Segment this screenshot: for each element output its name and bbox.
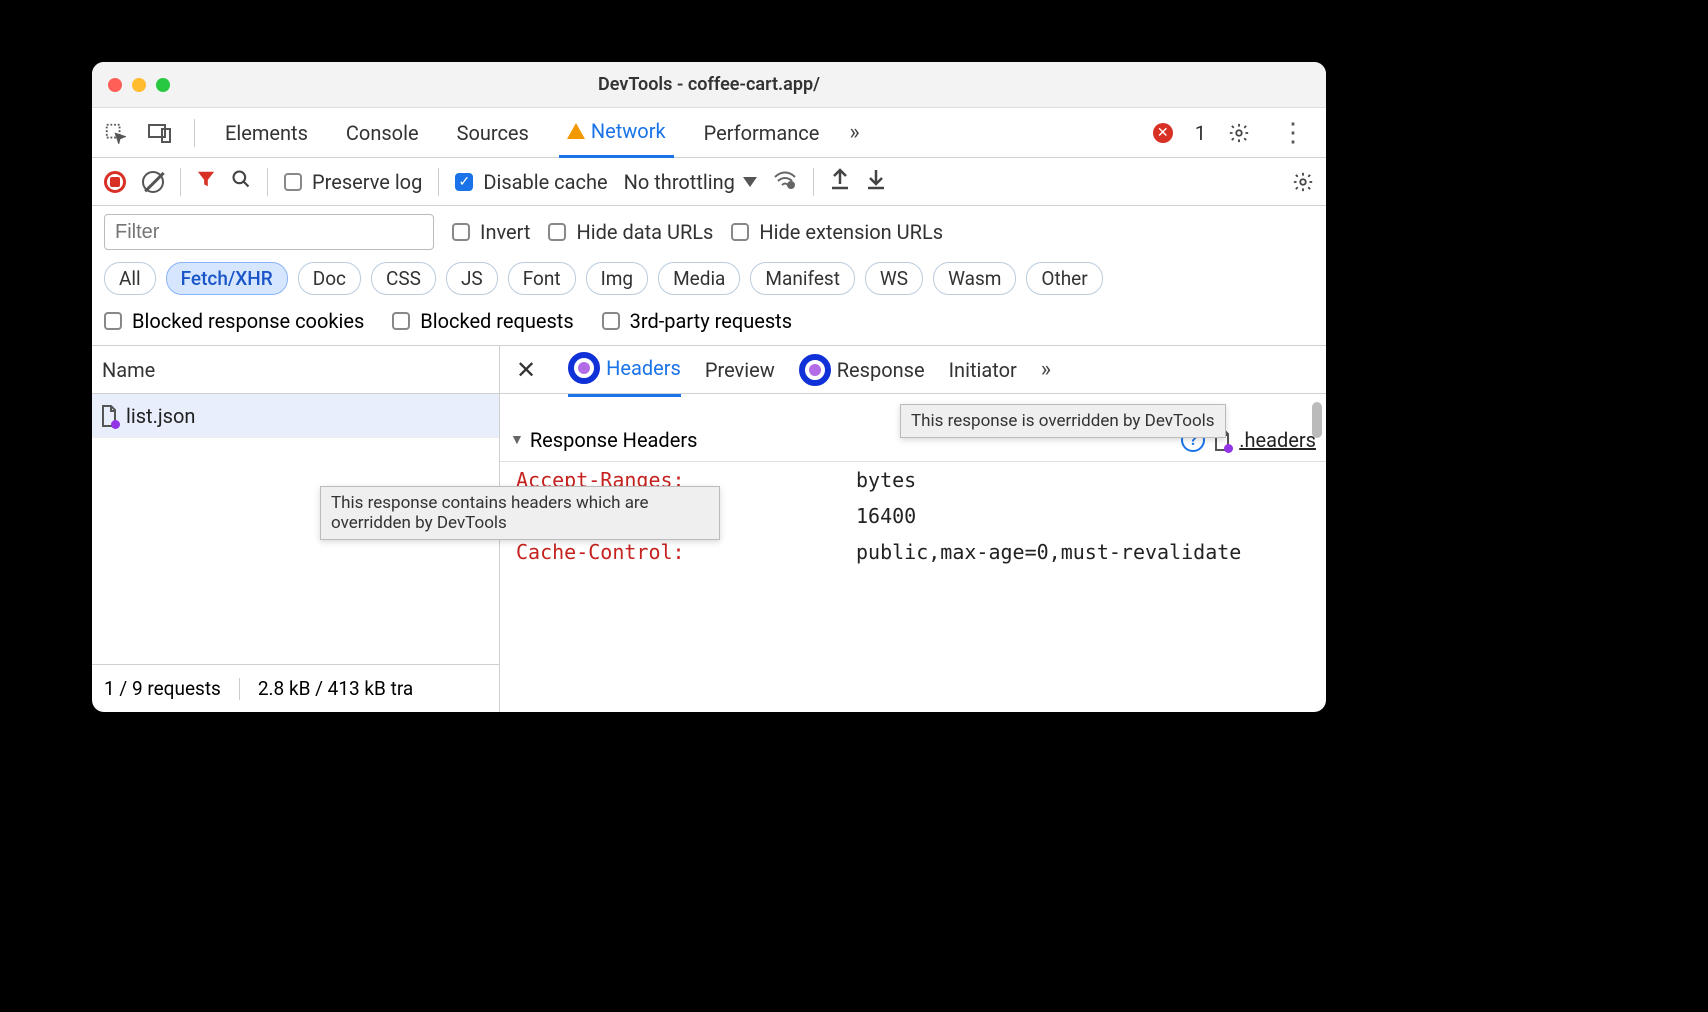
headers-file-link[interactable]: .headers <box>1239 428 1316 452</box>
header-value: 16400 <box>856 504 1310 528</box>
file-overridden-icon <box>100 405 118 427</box>
third-party-checkbox[interactable]: 3rd-party requests <box>602 309 792 333</box>
import-har-icon[interactable] <box>866 168 886 196</box>
export-har-icon[interactable] <box>830 168 850 196</box>
request-list-header[interactable]: Name <box>92 346 499 394</box>
request-size: 2.8 kB / 413 kB tra <box>258 677 413 700</box>
preserve-log-checkbox[interactable]: Preserve log <box>284 170 422 194</box>
override-indicator-icon <box>568 352 600 384</box>
tab-preview[interactable]: Preview <box>705 348 775 392</box>
more-tabs-button[interactable]: » <box>849 120 859 145</box>
network-settings-gear-icon[interactable] <box>1292 171 1314 193</box>
tab-initiator[interactable]: Initiator <box>949 348 1017 392</box>
filter-icon[interactable] <box>197 170 215 193</box>
panel-tabbar: Elements Console Sources Network Perform… <box>92 108 1326 158</box>
tab-performance[interactable]: Performance <box>696 109 828 157</box>
type-other[interactable]: Other <box>1026 262 1102 295</box>
override-indicator-icon <box>799 354 831 386</box>
search-icon[interactable] <box>231 169 251 194</box>
request-row[interactable]: list.json <box>92 394 499 438</box>
devtools-window: DevTools - coffee-cart.app/ Elements Con… <box>92 62 1326 712</box>
titlebar: DevTools - coffee-cart.app/ <box>92 62 1326 108</box>
disable-cache-checkbox[interactable]: ✓Disable cache <box>455 170 607 194</box>
tab-elements[interactable]: Elements <box>217 109 316 157</box>
type-img[interactable]: Img <box>586 262 649 295</box>
error-icon[interactable]: ✕ <box>1153 123 1173 143</box>
clear-button[interactable] <box>142 171 164 193</box>
filter-row: Invert Hide data URLs Hide extension URL… <box>92 206 1326 258</box>
type-font[interactable]: Font <box>508 262 576 295</box>
type-css[interactable]: CSS <box>371 262 436 295</box>
tooltip-headers-override: This response contains headers which are… <box>320 486 720 540</box>
tab-headers[interactable]: Headers <box>568 342 681 397</box>
type-ws[interactable]: WS <box>865 262 923 295</box>
settings-gear-icon[interactable] <box>1228 122 1250 144</box>
more-detail-tabs[interactable]: » <box>1041 357 1051 382</box>
header-value: public,max-age=0,must-revalidate <box>856 540 1310 564</box>
blocked-cookies-checkbox[interactable]: Blocked response cookies <box>104 309 364 333</box>
close-detail-button[interactable]: ✕ <box>516 356 544 384</box>
tab-network-label: Network <box>591 119 666 143</box>
tooltip-response-override: This response is overridden by DevTools <box>900 404 1226 438</box>
scrollbar-thumb[interactable] <box>1312 402 1322 438</box>
blocked-requests-checkbox[interactable]: Blocked requests <box>392 309 573 333</box>
type-manifest[interactable]: Manifest <box>750 262 855 295</box>
type-filter-row: All Fetch/XHR Doc CSS JS Font Img Media … <box>92 258 1326 305</box>
type-js[interactable]: JS <box>446 262 498 295</box>
section-title: Response Headers <box>530 428 698 452</box>
type-media[interactable]: Media <box>658 262 740 295</box>
header-key: Cache-Control: <box>516 540 856 564</box>
warning-icon <box>567 123 585 139</box>
header-value: bytes <box>856 468 1310 492</box>
device-toggle-icon[interactable] <box>148 123 172 143</box>
request-count: 1 / 9 requests <box>104 677 221 700</box>
type-all[interactable]: All <box>104 262 156 295</box>
tab-console[interactable]: Console <box>338 109 427 157</box>
tab-response[interactable]: Response <box>799 344 925 396</box>
record-button[interactable] <box>104 171 126 193</box>
request-name: list.json <box>126 404 195 428</box>
filter-input[interactable] <box>104 214 434 250</box>
error-count[interactable]: 1 <box>1195 121 1206 145</box>
request-footer: 1 / 9 requests 2.8 kB / 413 kB tra <box>92 664 499 712</box>
type-doc[interactable]: Doc <box>298 262 361 295</box>
detail-tabs: ✕ Headers Preview Response Initiator » <box>500 346 1326 394</box>
chevron-down-icon <box>743 177 757 187</box>
window-title: DevTools - coffee-cart.app/ <box>92 74 1326 95</box>
hide-extension-urls-checkbox[interactable]: Hide extension URLs <box>731 220 943 244</box>
network-toolbar: Preserve log ✓Disable cache No throttlin… <box>92 158 1326 206</box>
tab-network[interactable]: Network <box>559 107 674 158</box>
disclosure-triangle-icon: ▼ <box>510 431 524 448</box>
separator <box>194 119 195 147</box>
more-options-icon[interactable]: ⋮ <box>1272 118 1314 148</box>
hide-data-urls-checkbox[interactable]: Hide data URLs <box>548 220 713 244</box>
tab-sources[interactable]: Sources <box>449 109 537 157</box>
network-conditions-icon[interactable] <box>773 169 797 195</box>
throttling-dropdown[interactable]: No throttling <box>624 170 757 194</box>
type-fetch-xhr[interactable]: Fetch/XHR <box>166 262 288 295</box>
inspect-icon[interactable] <box>104 122 126 144</box>
more-filters-row: Blocked response cookies Blocked request… <box>92 305 1326 346</box>
type-wasm[interactable]: Wasm <box>933 262 1016 295</box>
invert-checkbox[interactable]: Invert <box>452 220 530 244</box>
